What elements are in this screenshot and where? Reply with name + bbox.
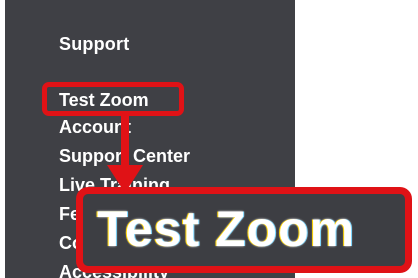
- test-zoom-highlight-box: [42, 82, 184, 116]
- zoomed-test-zoom-label: Test Zoom: [97, 201, 356, 257]
- callout-arrow-shaft: [121, 113, 129, 173]
- zoomed-test-zoom-callout: Test Zoom: [76, 187, 412, 273]
- screenshot-stage: Support Test Zoom Account Support Center…: [0, 0, 418, 278]
- support-heading: Support: [59, 34, 130, 54]
